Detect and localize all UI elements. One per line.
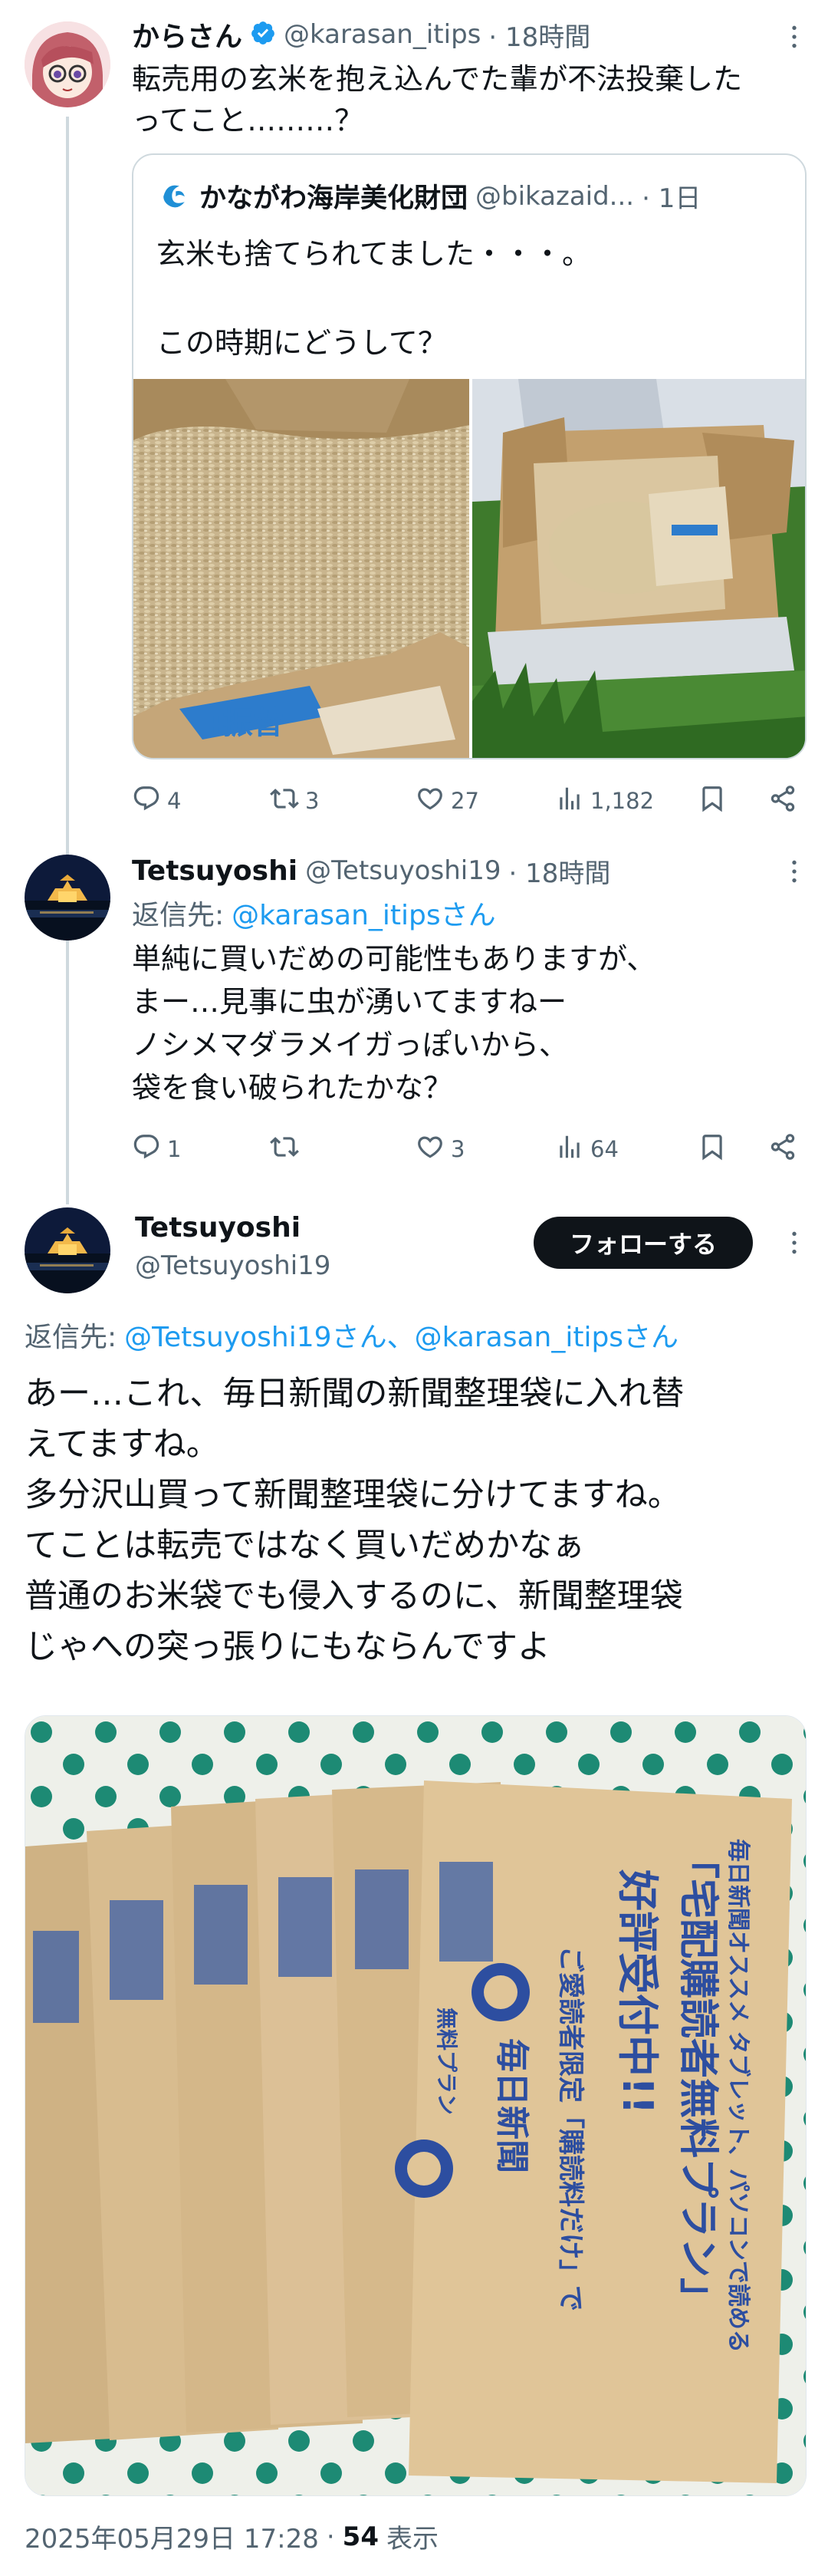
reply-to-label: 返信先: bbox=[25, 1322, 117, 1353]
view-count: 1,182 bbox=[590, 788, 655, 814]
bag-text-5: 毎日新聞 bbox=[492, 2038, 531, 2173]
quote-tweet-card[interactable]: かながわ海岸美化財団 @bikazaid... · 1日 玄米も捨てられてました… bbox=[132, 153, 807, 759]
view-count: 64 bbox=[590, 1136, 619, 1162]
reply-icon bbox=[132, 1132, 161, 1167]
avatar-karasan[interactable] bbox=[25, 21, 110, 107]
quote-author-handle: @bikazaid... bbox=[475, 180, 635, 212]
quote-time: · 1日 bbox=[642, 183, 702, 214]
avatar-tetsuyoshi[interactable] bbox=[25, 1207, 110, 1293]
bag-text-3: 好評受付中!! bbox=[613, 1869, 662, 2114]
retweet-button[interactable] bbox=[270, 1132, 305, 1167]
bookmark-icon[interactable] bbox=[698, 784, 727, 819]
views-button[interactable]: 64 bbox=[555, 1132, 619, 1167]
tweet-timestamp[interactable]: 2025年05月29日 17:28 bbox=[25, 2518, 319, 2555]
svg-text::振替: :振替 bbox=[210, 706, 284, 741]
tweet-actions: 1 3 64 bbox=[132, 1126, 807, 1172]
retweet-button[interactable]: 3 bbox=[270, 784, 319, 819]
reply-count: 4 bbox=[167, 788, 182, 814]
follow-button[interactable]: フォローする bbox=[534, 1217, 753, 1269]
like-icon bbox=[416, 784, 445, 819]
author-name[interactable]: からさん bbox=[132, 15, 242, 54]
author-name[interactable]: Tetsuyoshi bbox=[132, 855, 297, 887]
like-count: 27 bbox=[451, 788, 479, 814]
tweet-time[interactable]: · 18時間 bbox=[508, 852, 610, 890]
views-label: 表示 bbox=[386, 2524, 439, 2555]
reply-button[interactable]: 4 bbox=[132, 784, 181, 819]
bag-text-6: 無料プラン bbox=[434, 2008, 459, 2115]
bookmark-icon[interactable] bbox=[698, 1132, 727, 1167]
bag-text-4: ご愛読者限定「購読料だけ」で bbox=[555, 1946, 586, 2311]
more-icon[interactable] bbox=[779, 21, 810, 52]
quote-image-box[interactable] bbox=[472, 379, 805, 758]
like-button[interactable]: 3 bbox=[416, 1132, 465, 1167]
more-icon[interactable] bbox=[779, 1227, 810, 1258]
reply-icon bbox=[132, 784, 161, 819]
reply-button[interactable]: 1 bbox=[132, 1132, 181, 1167]
thread-line-2 bbox=[66, 948, 69, 1204]
tweet-actions: 4 3 27 1,182 bbox=[132, 778, 807, 824]
reply-to-link[interactable]: @karasan_itipsさん bbox=[232, 893, 496, 933]
tweet-text: 単純に買いだめの可能性もありますが、 まー…見事に虫が湧いてますねー ノシメマダ… bbox=[132, 942, 656, 1105]
author-name[interactable]: Tetsuyoshi bbox=[135, 1212, 301, 1244]
like-icon bbox=[416, 1132, 445, 1167]
reply-to-links[interactable]: @Tetsuyoshi19さん、@karasan_itipsさん bbox=[124, 1315, 678, 1355]
share-icon[interactable] bbox=[768, 784, 797, 819]
more-icon[interactable] bbox=[779, 856, 810, 887]
separator-dot: · bbox=[326, 2521, 335, 2552]
foundation-logo-icon bbox=[156, 177, 192, 216]
author-handle[interactable]: @Tetsuyoshi19 bbox=[305, 855, 501, 886]
views-icon bbox=[555, 784, 584, 819]
like-count: 3 bbox=[451, 1136, 465, 1162]
retweet-icon bbox=[270, 784, 299, 819]
retweet-count: 3 bbox=[305, 788, 320, 814]
reply-to-label: 返信先: bbox=[132, 900, 225, 931]
quote-image-rice[interactable]: :振替 bbox=[133, 379, 469, 758]
quote-author-name: かながわ海岸美化財団 bbox=[199, 183, 468, 214]
follow-button-label: フォローする bbox=[569, 1230, 717, 1259]
tweet-image-newspaper-bags[interactable]: 毎日新聞オススメ タブレット、パソコンで読める 「宅配購読者無料プラン」 好評受… bbox=[25, 1715, 807, 2496]
tweet-time[interactable]: · 18時間 bbox=[488, 16, 590, 54]
quote-text: 玄米も捨てられてました・・・。 この時期にどうして？ bbox=[156, 237, 591, 360]
views-button[interactable]: 1,182 bbox=[555, 784, 654, 819]
views-count: 54 bbox=[342, 2521, 379, 2552]
bag-text-2: 「宅配購読者無料プラン」 bbox=[675, 1839, 721, 2317]
verified-badge-icon bbox=[250, 20, 276, 49]
like-button[interactable]: 27 bbox=[416, 784, 479, 819]
reply-count: 1 bbox=[167, 1136, 182, 1162]
bag-text-1: 毎日新聞オススメ タブレット、パソコンで読める bbox=[724, 1839, 751, 2353]
author-handle[interactable]: @karasan_itips bbox=[284, 19, 481, 50]
views-icon bbox=[555, 1132, 584, 1167]
tweet-text: 転売用の玄米を抱え込んでた輩が不法投棄した ってこと………？ bbox=[132, 62, 743, 137]
tweet-text: あー…これ、毎日新聞の新聞整理袋に入れ替 えてますね。 多分沢山買って新聞整理袋… bbox=[25, 1375, 685, 1666]
avatar-tetsuyoshi[interactable] bbox=[25, 855, 110, 940]
author-handle[interactable]: @Tetsuyoshi19 bbox=[135, 1250, 330, 1281]
share-icon[interactable] bbox=[768, 1132, 797, 1167]
retweet-icon bbox=[270, 1132, 299, 1167]
